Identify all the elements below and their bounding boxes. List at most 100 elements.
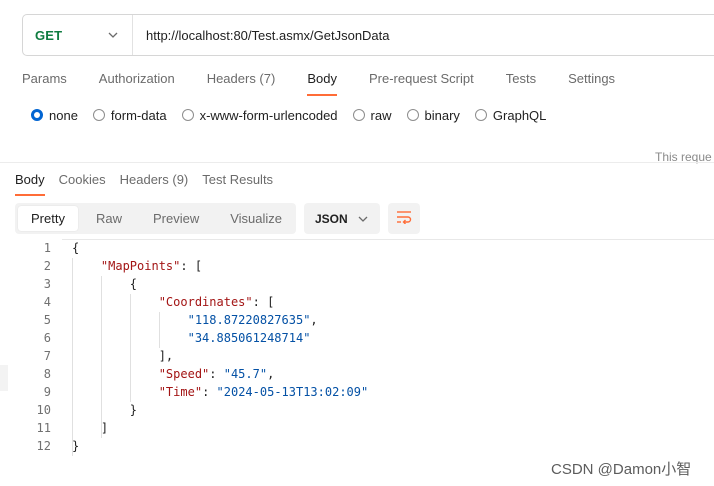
json-string: "2024-05-13T13:02:09" — [216, 385, 369, 399]
radio-circle[interactable] — [352, 109, 365, 121]
line-number: 11 — [36, 421, 51, 435]
radio-form-data[interactable]: form-data — [92, 107, 167, 123]
json-punctuation: : [ — [252, 295, 275, 309]
method-label: GET — [35, 27, 63, 43]
radio-binary[interactable]: binary — [406, 107, 460, 123]
tab-settings[interactable]: Settings — [568, 70, 615, 92]
view-preview-button[interactable]: Preview — [140, 206, 212, 231]
radio-x-www-form-urlencoded[interactable]: x-www-form-urlencoded — [181, 107, 338, 123]
code-text: } — [72, 437, 79, 455]
view-raw-button[interactable]: Raw — [83, 206, 135, 231]
request-tabs: Params Authorization Headers (7) Body Pr… — [22, 70, 647, 96]
radio-circle[interactable] — [92, 109, 105, 121]
tab-tests[interactable]: Tests — [506, 70, 536, 92]
json-punctuation: , — [267, 367, 275, 381]
method-select[interactable]: GET — [23, 15, 133, 55]
json-punctuation — [72, 313, 188, 327]
code-text: "118.87220827635", — [72, 311, 318, 329]
json-string: "118.87220827635" — [187, 313, 311, 327]
response-tab-headers[interactable]: Headers (9) — [120, 171, 189, 191]
code-text: "Speed": "45.7", — [72, 365, 275, 383]
response-tabs: Body Cookies Headers (9) Test Results — [15, 171, 287, 196]
code-line: 7 ], — [0, 347, 714, 365]
body-type-radios: none form-data x-www-form-urlencoded raw… — [31, 106, 561, 124]
json-punctuation — [72, 331, 188, 345]
radio-label: raw — [370, 107, 392, 123]
line-number: 10 — [36, 403, 51, 417]
view-pretty-button[interactable]: Pretty — [18, 206, 78, 231]
code-line: 8 "Speed": "45.7", — [0, 365, 714, 383]
tab-body[interactable]: Body — [307, 70, 337, 96]
code-line: 3 { — [0, 275, 714, 293]
line-number: 9 — [43, 385, 51, 399]
tab-authorization[interactable]: Authorization — [99, 70, 175, 92]
code-line: 10 } — [0, 401, 714, 419]
code-text: "MapPoints": [ — [72, 257, 202, 275]
chevron-down-icon — [108, 32, 118, 38]
radio-label: form-data — [110, 107, 167, 123]
json-key: "Coordinates" — [158, 295, 253, 309]
json-string: "45.7" — [223, 367, 268, 381]
watermark: CSDN @Damon小智 — [551, 461, 692, 478]
request-url-bar: GET — [22, 14, 714, 56]
json-punctuation: ] — [72, 421, 109, 435]
response-tab-test-results[interactable]: Test Results — [202, 171, 273, 191]
line-number: 8 — [43, 367, 51, 381]
radio-label: binary — [424, 107, 460, 123]
wrap-lines-icon — [396, 210, 412, 227]
json-key: "Speed" — [158, 367, 210, 381]
json-punctuation: : [ — [180, 259, 203, 273]
code-line: 5 "118.87220827635", — [0, 311, 714, 329]
json-punctuation — [72, 367, 159, 381]
line-number: 12 — [36, 439, 51, 453]
tab-params[interactable]: Params — [22, 70, 67, 92]
response-tab-cookies[interactable]: Cookies — [59, 171, 106, 191]
json-key: "MapPoints" — [100, 259, 181, 273]
line-number: 6 — [43, 331, 51, 345]
radio-circle[interactable] — [181, 109, 194, 121]
line-number: 5 — [43, 313, 51, 327]
code-text: { — [72, 275, 137, 293]
code-text: ] — [72, 419, 108, 437]
json-punctuation: } — [72, 403, 138, 417]
json-punctuation — [72, 385, 159, 399]
view-mode-group: Pretty Raw Preview Visualize — [15, 203, 296, 234]
pane-divider[interactable] — [0, 162, 714, 163]
line-number: 2 — [43, 259, 51, 273]
json-punctuation — [72, 259, 101, 273]
code-text: } — [72, 401, 137, 419]
json-punctuation: : — [202, 385, 217, 399]
code-line: 4 "Coordinates": [ — [0, 293, 714, 311]
chevron-down-icon — [358, 216, 368, 222]
radio-circle[interactable] — [474, 109, 487, 121]
tab-headers[interactable]: Headers (7) — [207, 70, 276, 92]
radio-none[interactable]: none — [31, 108, 78, 123]
json-punctuation: } — [72, 439, 80, 453]
radio-label: x-www-form-urlencoded — [199, 107, 338, 123]
wrap-lines-button[interactable] — [388, 203, 420, 234]
response-tab-body[interactable]: Body — [15, 171, 45, 196]
code-text: "Time": "2024-05-13T13:02:09" — [72, 383, 369, 401]
radio-graphql[interactable]: GraphQL — [474, 107, 547, 123]
code-line: 12} — [0, 437, 714, 455]
json-punctuation: : — [209, 367, 224, 381]
radio-label: GraphQL — [492, 107, 547, 123]
code-text: ], — [72, 347, 173, 365]
radio-raw[interactable]: raw — [352, 107, 392, 123]
url-input[interactable] — [133, 15, 714, 55]
view-visualize-button[interactable]: Visualize — [217, 206, 295, 231]
line-number: 4 — [43, 295, 51, 309]
json-punctuation: { — [72, 277, 138, 291]
json-punctuation: ], — [72, 349, 174, 363]
radio-circle[interactable] — [406, 109, 419, 121]
json-punctuation: , — [310, 313, 318, 327]
code-line: 2 "MapPoints": [ — [0, 257, 714, 275]
radio-circle[interactable] — [31, 109, 43, 121]
format-label: JSON — [315, 211, 348, 226]
response-code-editor[interactable]: 1{2 "MapPoints": [3 {4 "Coordinates": [5… — [0, 238, 714, 468]
json-string: "34.885061248714" — [187, 331, 311, 345]
tab-pre-request-script[interactable]: Pre-request Script — [369, 70, 474, 92]
line-number: 7 — [43, 349, 51, 363]
format-select[interactable]: JSON — [304, 203, 380, 234]
code-line: 11 ] — [0, 419, 714, 437]
